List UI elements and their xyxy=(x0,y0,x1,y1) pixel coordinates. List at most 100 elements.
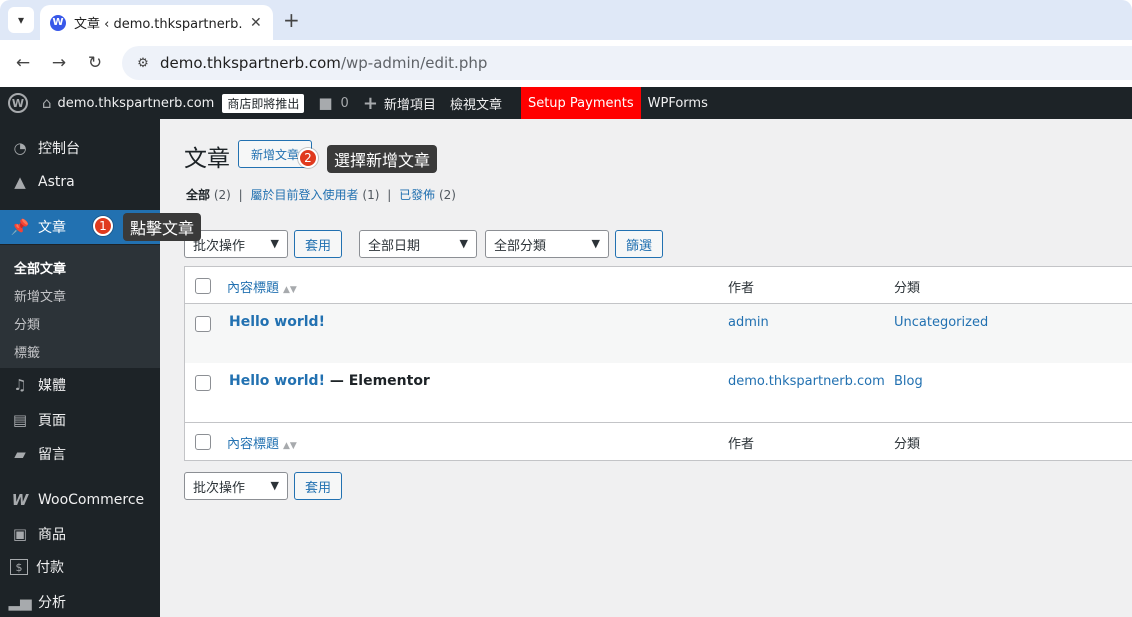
post-title: Hello world! — Elementor xyxy=(229,373,430,389)
sidebar-item-dashboard[interactable]: ◔ 控制台 xyxy=(0,131,160,165)
filter-all[interactable]: 全部 xyxy=(186,188,210,202)
bulk-action-select-bottom[interactable]: 批次操作 ▼ xyxy=(184,472,288,500)
row-checkbox[interactable] xyxy=(195,316,211,332)
plus-icon: + xyxy=(362,92,378,114)
url-text: demo.thkspartnerb.com/wp-admin/edit.php xyxy=(160,54,487,72)
astra-icon: ▲ xyxy=(14,173,26,191)
category-filter-select[interactable]: 全部分類 ▼ xyxy=(485,230,609,258)
sidebar-item-label: 文章 xyxy=(38,220,66,236)
filter-mine-count: (1) xyxy=(362,188,380,202)
post-category-link[interactable]: Uncategorized xyxy=(894,315,988,330)
new-tab-button[interactable]: + xyxy=(283,8,300,32)
sort-icon: ▲▼ xyxy=(283,285,297,295)
sidebar-item-label: 頁面 xyxy=(38,413,66,429)
site-name-menu[interactable]: ⌂ demo.thkspartnerb.com 商店即將推出 xyxy=(35,87,311,119)
apply-button[interactable]: 套用 xyxy=(294,230,342,258)
filter-published[interactable]: 已發佈 xyxy=(399,188,435,202)
wordpress-logo-icon: W xyxy=(8,93,28,113)
comments-menu[interactable]: ■ 0 xyxy=(311,87,355,119)
tab-title: 文章 ‹ demo.thkspartnerb.com xyxy=(74,17,242,32)
filter-button[interactable]: 篩選 xyxy=(615,230,663,258)
new-content-menu[interactable]: + 新增項目 xyxy=(356,87,443,119)
sidebar-item-comments[interactable]: ▰ 留言 xyxy=(0,437,160,471)
woo-icon: W xyxy=(11,491,29,509)
submenu-add-new-post[interactable]: 新增文章 xyxy=(14,286,66,305)
apply-button-bottom[interactable]: 套用 xyxy=(294,472,342,500)
store-coming-soon-badge[interactable]: 商店即將推出 xyxy=(222,93,305,113)
comment-icon: ▰ xyxy=(14,445,26,463)
reload-icon[interactable]: ↻ xyxy=(84,52,106,74)
submenu-all-posts[interactable]: 全部文章 xyxy=(14,258,66,277)
new-item-label: 新增項目 xyxy=(383,97,436,113)
wpforms-menu[interactable]: WPForms xyxy=(641,87,715,119)
home-icon: ⌂ xyxy=(42,94,52,112)
column-author-header: 作者 xyxy=(728,281,755,296)
step-2-badge: 2 xyxy=(298,148,318,168)
post-title-link[interactable]: Hello world! xyxy=(229,314,325,330)
url-input[interactable]: ⚙ demo.thkspartnerb.com/wp-admin/edit.ph… xyxy=(122,46,1132,80)
post-title: Hello world! xyxy=(229,314,325,330)
wordpress-favicon-icon: W xyxy=(50,14,66,31)
separator: | xyxy=(387,188,392,202)
table-header: 內容標題 ▲▼ 作者 分類 xyxy=(185,267,1132,304)
submenu-categories[interactable]: 分類 xyxy=(14,314,40,333)
separator: | xyxy=(238,188,243,202)
address-bar: ← → ↻ ⚙ demo.thkspartnerb.com/wp-admin/e… xyxy=(0,40,1132,87)
step-2-tooltip: 選擇新增文章 xyxy=(327,145,438,173)
select-all-checkbox[interactable] xyxy=(195,278,211,294)
dollar-icon: $ xyxy=(10,559,28,575)
post-author-link[interactable]: admin xyxy=(728,315,769,330)
chart-icon: ▂▅ xyxy=(8,593,32,611)
tab-search-menu-button[interactable]: ▾ xyxy=(8,7,34,33)
post-category-link[interactable]: Blog xyxy=(894,374,923,389)
sidebar-item-pages[interactable]: ▤ 頁面 xyxy=(0,403,160,437)
sidebar-item-label: 付款 xyxy=(36,560,64,576)
back-arrow-icon[interactable]: ← xyxy=(12,52,34,74)
post-status-filters: 全部 (2) | 屬於目前登入使用者 (1) | 已發佈 (2) xyxy=(186,186,456,203)
column-title-header[interactable]: 內容標題 ▲▼ xyxy=(227,277,297,296)
column-title-label: 內容標題 xyxy=(227,437,280,452)
posts-table: 內容標題 ▲▼ 作者 分類 Hello world! admin Uncatego… xyxy=(184,266,1132,461)
post-state-suffix: — Elementor xyxy=(324,373,430,389)
sidebar-item-products[interactable]: ▣ 商品 xyxy=(0,517,160,551)
column-title-footer[interactable]: 內容標題 ▲▼ xyxy=(227,433,297,452)
filter-mine[interactable]: 屬於目前登入使用者 xyxy=(251,188,359,202)
chevron-down-icon: ▼ xyxy=(270,479,279,492)
sidebar-item-media[interactable]: ♫ 媒體 xyxy=(0,368,160,402)
posts-submenu: 全部文章 新增文章 分類 標籤 xyxy=(0,245,160,368)
setup-payments-link[interactable]: Setup Payments xyxy=(520,87,641,119)
sidebar-item-label: Astra xyxy=(38,174,75,190)
sidebar-item-woocommerce[interactable]: W WooCommerce xyxy=(0,483,160,517)
sidebar-item-astra[interactable]: ▲ Astra xyxy=(0,165,160,199)
select-all-checkbox[interactable] xyxy=(195,434,211,450)
admin-sidebar: ◔ 控制台 ▲ Astra 📌 文章 全部文章 新增文章 分類 標籤 ♫ 媒體 … xyxy=(0,119,160,617)
wp-logo-menu[interactable]: W xyxy=(0,87,35,119)
sidebar-item-analytics[interactable]: ▂▅ 分析 xyxy=(0,585,160,617)
chevron-down-icon: ▼ xyxy=(459,237,468,250)
post-title-link[interactable]: Hello world! xyxy=(229,373,325,389)
post-author-link[interactable]: demo.thkspartnerb.com xyxy=(728,374,885,389)
archive-icon: ▣ xyxy=(12,525,28,543)
browser-tab[interactable]: W 文章 ‹ demo.thkspartnerb.com ✕ xyxy=(40,5,273,40)
dashboard-icon: ◔ xyxy=(13,139,27,157)
sidebar-item-payments[interactable]: $ 付款 xyxy=(0,550,160,584)
close-icon[interactable]: ✕ xyxy=(250,15,262,31)
page-icon: ▤ xyxy=(12,411,28,429)
date-filter-select[interactable]: 全部日期 ▼ xyxy=(359,230,477,258)
site-info-icon[interactable]: ⚙ xyxy=(132,52,154,74)
sidebar-item-label: 媒體 xyxy=(38,378,66,394)
chevron-down-icon: ▼ xyxy=(591,237,600,250)
chevron-down-icon: ▾ xyxy=(17,13,25,27)
chevron-down-icon: ▼ xyxy=(270,237,279,250)
bulk-action-value: 批次操作 xyxy=(193,480,246,496)
column-author-footer: 作者 xyxy=(728,437,755,452)
row-checkbox[interactable] xyxy=(195,375,211,391)
submenu-tags[interactable]: 標籤 xyxy=(14,342,40,361)
column-title-label: 內容標題 xyxy=(227,281,280,296)
sort-icon: ▲▼ xyxy=(283,441,297,451)
site-name: demo.thkspartnerb.com xyxy=(57,95,215,111)
view-posts-link[interactable]: 檢視文章 xyxy=(443,87,509,119)
forward-arrow-icon[interactable]: → xyxy=(48,52,70,74)
step-1-badge: 1 xyxy=(93,216,113,236)
column-category-footer: 分類 xyxy=(894,437,921,452)
